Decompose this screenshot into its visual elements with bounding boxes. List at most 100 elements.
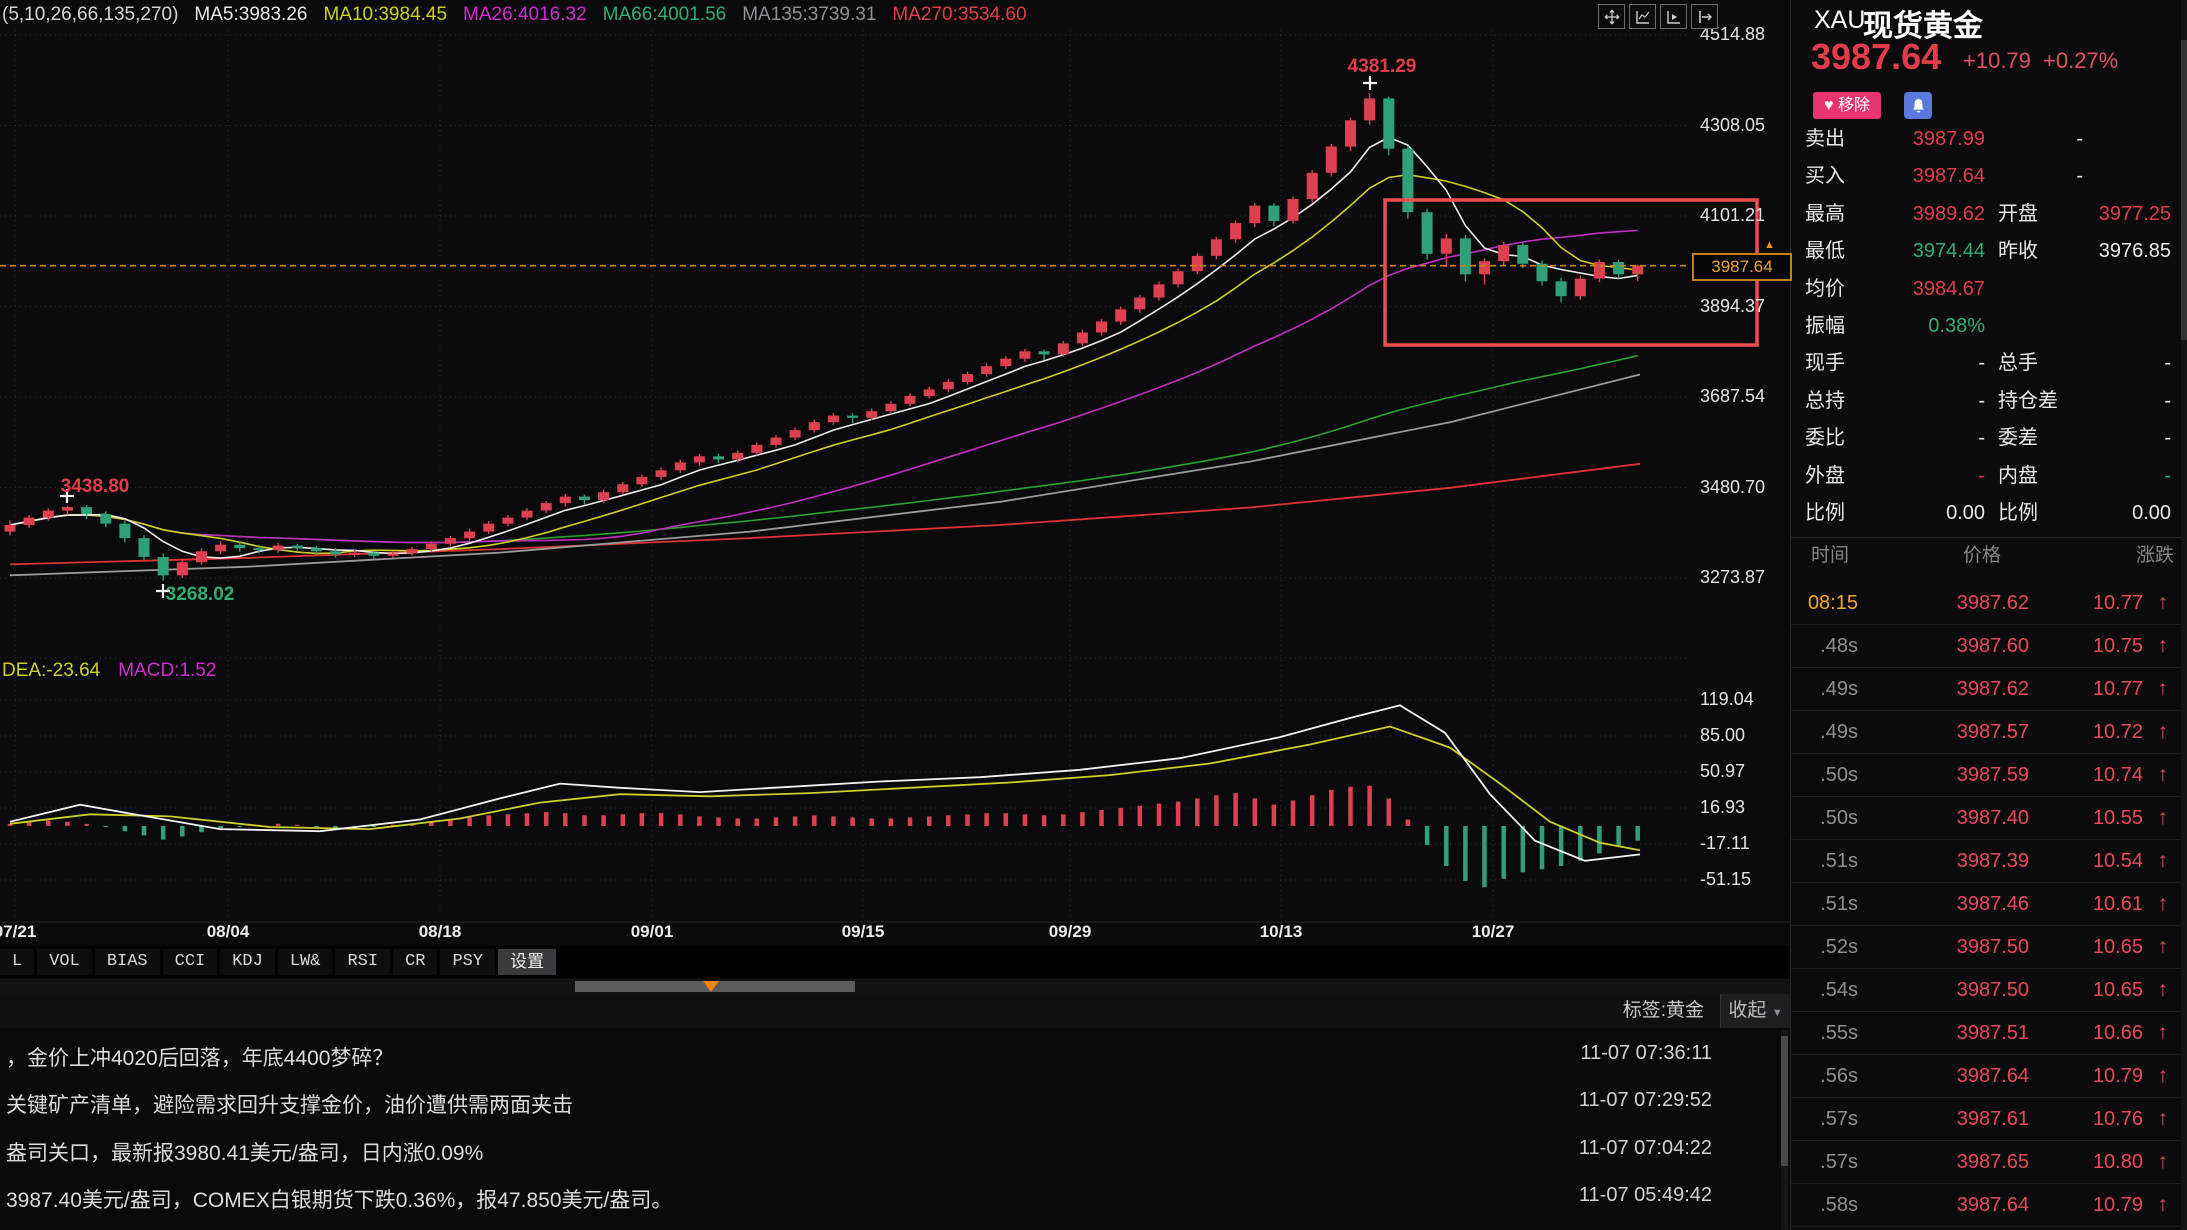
- indicator-tab[interactable]: CCI: [163, 949, 218, 975]
- news-item[interactable]: 盎司关口，最新报3979.46美元/盎司，日内涨0.01% 11-07 04:5…: [0, 1219, 1778, 1230]
- last-price: 3987.64: [1811, 36, 1941, 78]
- quote-row: 比例 0.00 比例 0.00: [1791, 495, 2187, 532]
- quote-value: 3984.67: [1913, 271, 1985, 308]
- kline-pane-icon[interactable]: [1629, 4, 1656, 29]
- tick-price: 3987.61: [1957, 1098, 2029, 1140]
- indicator-tab[interactable]: 设置: [498, 949, 556, 975]
- panel-scrollbar[interactable]: [2181, 0, 2187, 1230]
- date-axis-label: 09/29: [1049, 922, 1092, 942]
- indicator-tab[interactable]: VOL: [37, 949, 92, 975]
- up-arrow-icon: ↑: [2158, 625, 2169, 667]
- tick-price: 3987.57: [1957, 711, 2029, 753]
- tick-price: 3987.46: [1957, 883, 2029, 925]
- panel-scrollbar-thumb[interactable]: [2181, 40, 2187, 340]
- tick-time: .57s: [1820, 1141, 1858, 1183]
- up-arrow-icon: ↑: [2158, 754, 2169, 796]
- quote-label: 均价: [1805, 271, 1845, 308]
- tick-change: 10.80: [2093, 1141, 2143, 1183]
- date-axis-label: 08/04: [207, 922, 250, 942]
- price-change-pct: +0.27%: [2043, 48, 2118, 74]
- tick-change: 10.76: [2093, 1098, 2143, 1140]
- macd-legend: DEA:-23.64MACD:1.52: [2, 660, 234, 682]
- quote-label: 现手: [1805, 345, 1845, 382]
- news-item[interactable]: 关键矿产清单，避险需求回升支撑金价，油价遭供需两面夹击 11-07 07:29:…: [0, 1077, 1778, 1124]
- tick-change: 10.75: [2093, 625, 2143, 667]
- up-arrow-icon: ↑: [2158, 1184, 2169, 1226]
- chart-hscrollbar[interactable]: [0, 979, 1790, 994]
- tick-row: .50s 3987.40 10.55 ↑: [1791, 797, 2187, 840]
- axis-label: 50.97: [1700, 761, 1788, 782]
- ma-legend-item: MA135:3739.31: [742, 4, 876, 25]
- quote-value: -: [2076, 158, 2083, 195]
- pane-exit-icon[interactable]: [1691, 4, 1718, 29]
- news-item[interactable]: ，金价上冲4020后回落，年底4400梦碎？ 11-07 07:36:11: [0, 1030, 1778, 1077]
- tick-row: .49s 3987.62 10.77 ↑: [1791, 668, 2187, 711]
- date-axis-label: 09/01: [631, 922, 674, 942]
- tick-price: 3987.40: [1957, 797, 2029, 839]
- indicator-tab[interactable]: RSI: [335, 949, 390, 975]
- news-scrollbar[interactable]: [1781, 1030, 1788, 1230]
- tick-table-header: 时间 价格 涨跌: [1791, 537, 2187, 572]
- quote-panel: XAU 现货黄金 3987.64 ↑ +10.79 +0.27% ♥ 移除 卖出…: [1790, 0, 2187, 1230]
- tick-time: .49s: [1820, 711, 1858, 753]
- indicator-tab[interactable]: PSY: [440, 949, 495, 975]
- indicator-tab[interactable]: CR: [393, 949, 437, 975]
- news-timestamp: 11-07 07:29:52: [1579, 1089, 1712, 1112]
- axis-label: 119.04: [1700, 689, 1788, 710]
- tick-time: .58s: [1820, 1184, 1858, 1226]
- axis-label: 3687.54: [1700, 386, 1788, 407]
- indicator-tab[interactable]: LW&: [278, 949, 333, 975]
- axis-label: 3480.70: [1700, 477, 1788, 498]
- candlestick-macd-chart[interactable]: [0, 0, 1790, 945]
- tick-time: .51s: [1820, 840, 1858, 882]
- tick-row: .50s 3987.59 10.74 ↑: [1791, 754, 2187, 797]
- trading-app: (5,10,26,66,135,270) MA5:3983.26 MA10:3984…: [0, 0, 2187, 1230]
- ma-legend-item: MA5:3983.26: [194, 4, 307, 25]
- axis-label: 4101.21: [1700, 205, 1788, 226]
- quote-label: 外盘: [1805, 458, 1845, 495]
- up-arrow-icon: ↑: [2158, 797, 2169, 839]
- alert-bell-button[interactable]: [1904, 92, 1932, 119]
- quote-value: -: [2164, 420, 2171, 457]
- tick-change: 10.55: [2093, 797, 2143, 839]
- symbol-code: XAU: [1814, 6, 1865, 35]
- quote-row: 委比 - 委差 -: [1791, 420, 2187, 457]
- date-axis-label: 08/18: [419, 922, 462, 942]
- playback-icon[interactable]: [1660, 4, 1687, 29]
- macd-legend-item: MACD:1.52: [118, 660, 216, 681]
- news-collapse-button[interactable]: 收起 ▼: [1720, 994, 1790, 1028]
- tick-row: .56s 3987.64 10.79 ↑: [1791, 1055, 2187, 1098]
- tick-change: 10.65: [2093, 926, 2143, 968]
- tick-price: 3987.60: [1957, 625, 2029, 667]
- quote-label: 昨收: [1998, 233, 2038, 270]
- tick-row: .51s 3987.39 10.54 ↑: [1791, 840, 2187, 883]
- ma-legend-item: MA270:3534.60: [892, 4, 1026, 25]
- scroll-position-marker-icon: [703, 981, 719, 992]
- quote-label: 内盘: [1998, 458, 2038, 495]
- quote-label: 卖出: [1805, 121, 1845, 158]
- move-icon[interactable]: [1598, 4, 1625, 29]
- axis-label: 3273.87: [1700, 567, 1788, 588]
- indicator-tab[interactable]: BIAS: [95, 949, 160, 975]
- news-scrollbar-thumb[interactable]: [1781, 1036, 1788, 1166]
- quote-value: -: [2164, 458, 2171, 495]
- remove-favorite-button[interactable]: ♥ 移除: [1813, 92, 1881, 119]
- ma-legend-item: MA10:3984.45: [323, 4, 447, 25]
- quote-value: -: [2164, 345, 2171, 382]
- tick-list[interactable]: 08:15 3987.62 10.77 ↑ .48s 3987.60 10.75…: [1791, 582, 2187, 1227]
- tick-price: 3987.64: [1957, 1184, 2029, 1226]
- ma-periods: (5,10,26,66,135,270): [2, 4, 178, 25]
- news-headline: 盎司关口，最新报3980.41美元/盎司，日内涨0.09%: [6, 1137, 483, 1167]
- chart-region: (5,10,26,66,135,270) MA5:3983.26 MA10:3984…: [0, 0, 1790, 1230]
- up-arrow-icon: ↑: [2158, 582, 2169, 624]
- news-header: 标签:黄金 收起 ▼: [0, 994, 1790, 1028]
- tick-time: .50s: [1820, 797, 1858, 839]
- quote-value: 0.38%: [1928, 308, 1985, 345]
- indicator-tab[interactable]: L: [0, 949, 34, 975]
- indicator-tab[interactable]: KDJ: [220, 949, 275, 975]
- quote-value: 3976.85: [2099, 233, 2171, 270]
- news-item[interactable]: 盎司关口，最新报3980.41美元/盎司，日内涨0.09% 11-07 07:0…: [0, 1125, 1778, 1172]
- tick-price: 3987.64: [1957, 1055, 2029, 1097]
- chevron-down-icon: ▼: [1772, 1007, 1783, 1019]
- news-item[interactable]: 3987.40美元/盎司，COMEX白银期货下跌0.36%，报47.850美元/…: [0, 1172, 1778, 1219]
